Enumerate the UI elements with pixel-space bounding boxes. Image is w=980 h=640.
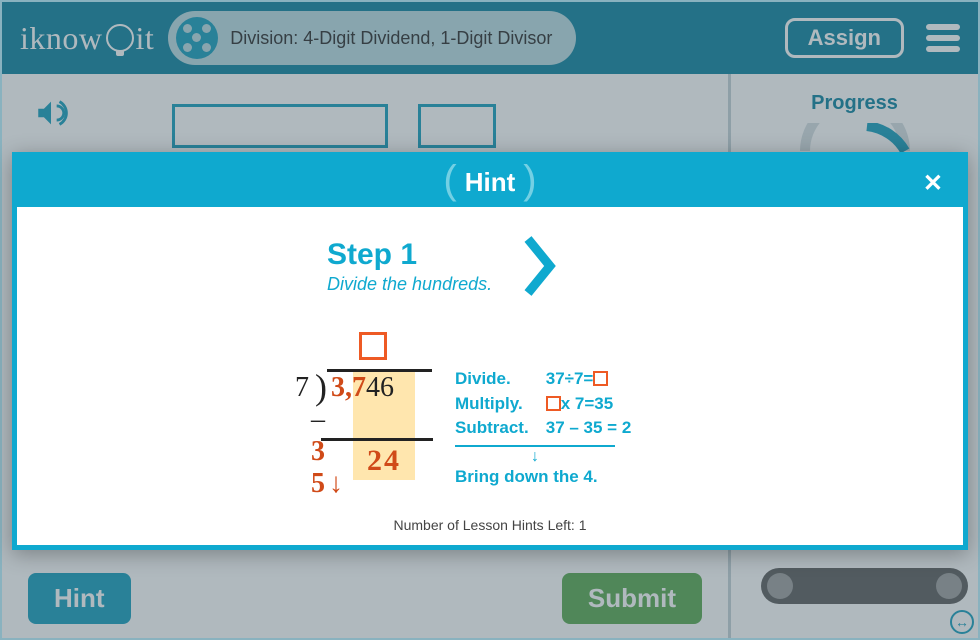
step-subtitle: Divide the hundreds. [327, 274, 492, 295]
explain-bringdown: Bring down the 4. [455, 465, 631, 490]
progress-label: Progress [749, 92, 960, 115]
assign-button[interactable]: Assign [785, 18, 904, 58]
step-title: Step 1 [327, 238, 492, 272]
app-frame: iknowit Division: 4-Digit Dividend, 1-Di… [0, 0, 980, 640]
divisor: 7 [295, 372, 309, 404]
quotient-box [359, 332, 387, 360]
action-bar: Hint Submit [28, 573, 702, 624]
blank-box-icon [593, 371, 608, 386]
explain-multiply: Multiply. x 7=35 [455, 392, 631, 417]
close-icon[interactable]: ✕ [923, 169, 943, 198]
blank-box-icon [546, 396, 561, 411]
paren-right-icon: ) [515, 158, 544, 203]
progress-ring [795, 123, 915, 153]
subtrahend: 3 5 [311, 436, 329, 499]
down-arrow-icon: ↓ [455, 449, 615, 465]
explain-divide: Divide. 37÷7= [455, 367, 631, 392]
app-header: iknowit Division: 4-Digit Dividend, 1-Di… [2, 2, 978, 74]
logo-text-a: iknow [20, 20, 103, 57]
explanation: Divide. 37÷7= Multiply. x 7=35 Subtract.… [455, 367, 631, 490]
explain-divider [455, 445, 615, 447]
logo-text-b: it [136, 20, 155, 57]
answer-input-remainder[interactable] [418, 104, 496, 148]
next-step-icon[interactable] [522, 235, 558, 297]
lesson-title: Division: 4-Digit Dividend, 1-Digit Divi… [230, 28, 552, 49]
answer-input-main[interactable] [172, 104, 388, 148]
menu-icon[interactable] [926, 24, 960, 52]
partial-remainder: 24 [367, 444, 401, 478]
dividend-rest: 46 [366, 372, 394, 403]
resize-icon[interactable]: ↔ [950, 610, 974, 634]
subtraction-line [321, 438, 433, 441]
bring-down-arrow-icon: ↓ [329, 468, 347, 499]
logo[interactable]: iknowit [20, 20, 154, 57]
step-text: Step 1 Divide the hundreds. [327, 238, 492, 295]
submit-button[interactable]: Submit [562, 573, 702, 624]
bulb-icon [106, 24, 134, 52]
hint-modal-title: Hint [465, 167, 516, 198]
dividend-active: 3,7 [331, 372, 366, 403]
step-header: Step 1 Divide the hundreds. [327, 235, 558, 297]
hint-modal: ( Hint ) ✕ Step 1 Divide the hundreds. 7 [12, 152, 968, 550]
audio-icon[interactable] [34, 96, 68, 130]
hint-modal-header: ( Hint ) ✕ [17, 157, 963, 207]
hint-modal-body: Step 1 Divide the hundreds. 7 ) 3,746 [17, 207, 963, 507]
lesson-title-pill: Division: 4-Digit Dividend, 1-Digit Divi… [168, 11, 576, 65]
division-bracket-icon: ) [315, 366, 327, 408]
hint-footer: Number of Lesson Hints Left: 1 [17, 507, 963, 545]
paren-left-icon: ( [435, 158, 464, 203]
explain-subtract: Subtract. 37 – 35 = 2 [455, 416, 631, 441]
grade-level-icon [176, 17, 218, 59]
dividend: 3,746 [331, 372, 394, 404]
answer-boxes [172, 104, 496, 148]
hint-button[interactable]: Hint [28, 573, 131, 624]
subtrahend-row: –3 5↓ [311, 404, 347, 500]
robot-mascot [761, 568, 968, 628]
header-right: Assign [785, 18, 960, 58]
